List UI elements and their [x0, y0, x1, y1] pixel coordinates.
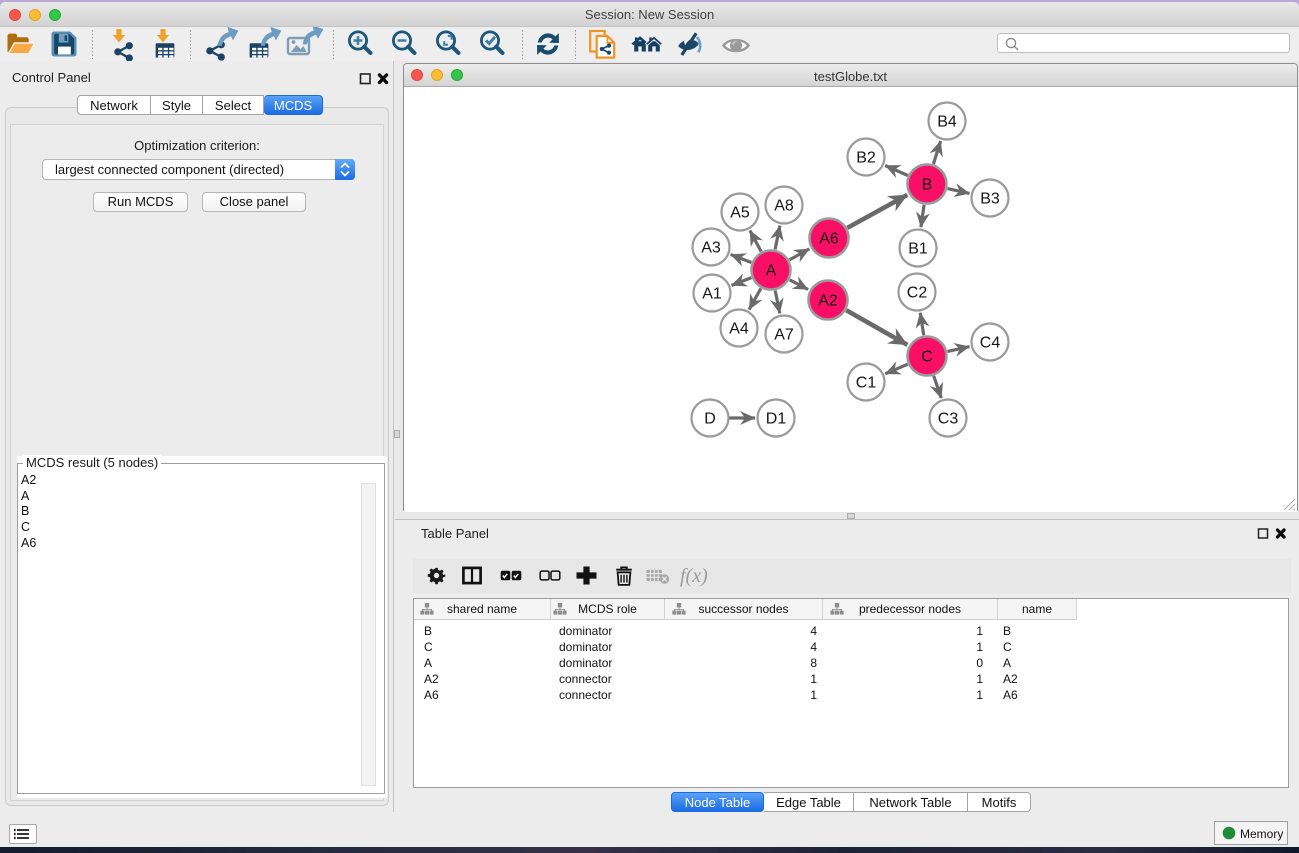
svg-text:A4: A4 [729, 321, 749, 338]
svg-text:D: D [704, 411, 716, 428]
svg-text:B: B [922, 177, 933, 194]
svg-text:A2: A2 [818, 293, 838, 310]
svg-text:B3: B3 [980, 191, 1000, 208]
svg-text:C3: C3 [938, 411, 959, 428]
svg-text:C4: C4 [980, 335, 1001, 352]
svg-text:B4: B4 [937, 114, 957, 131]
svg-text:A6: A6 [819, 231, 839, 248]
svg-text:C1: C1 [856, 375, 877, 392]
svg-text:B1: B1 [908, 241, 928, 258]
svg-text:D1: D1 [766, 411, 787, 428]
svg-text:A5: A5 [730, 205, 750, 222]
svg-text:B2: B2 [856, 150, 876, 167]
svg-text:A8: A8 [774, 198, 794, 215]
svg-text:C: C [921, 349, 933, 366]
svg-text:A: A [766, 263, 777, 280]
svg-text:A3: A3 [701, 240, 721, 257]
svg-text:C2: C2 [907, 285, 928, 302]
svg-text:f(x): f(x) [680, 565, 708, 587]
svg-text:A1: A1 [702, 286, 722, 303]
svg-text:A7: A7 [774, 327, 794, 344]
